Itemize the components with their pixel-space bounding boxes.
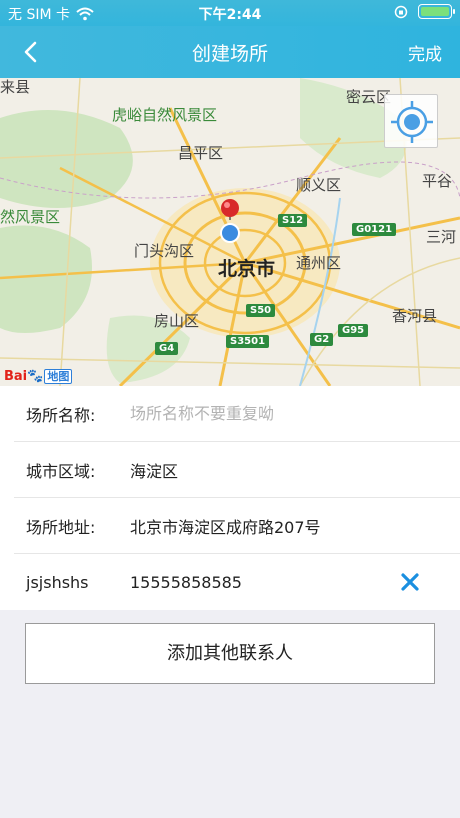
locate-button[interactable]: [384, 94, 438, 148]
map-view[interactable]: 来县 虎峪自然风景区 密云区 昌平区 顺义区 平谷 然风景区 门头沟区 北京市 …: [0, 78, 460, 386]
map-label-hushan: 虎峪自然风景区: [112, 106, 218, 124]
road-shield-s50: S50: [246, 304, 276, 317]
place-form: 场所名称: 城市区域: 海淀区 场所地址: 北京市海淀区成府路207号 jsjs…: [0, 386, 460, 610]
delete-contact-icon[interactable]: [398, 570, 422, 594]
address-value: 北京市海淀区成府路207号: [130, 517, 321, 537]
add-contact-button[interactable]: 添加其他联系人: [25, 623, 435, 684]
region-label: 城市区域:: [26, 461, 96, 481]
region-row[interactable]: 城市区域: 海淀区: [14, 442, 460, 498]
page-title: 创建场所: [191, 43, 268, 65]
place-name-input[interactable]: [130, 404, 410, 423]
road-shield-g0121: G0121: [352, 223, 397, 236]
map-label-tongzhou: 通州区: [296, 254, 342, 272]
address-label: 场所地址:: [26, 517, 96, 537]
map-label-xianghe: 香河县: [392, 307, 438, 325]
map-label-fengjing: 然风景区: [0, 208, 61, 226]
map-label-pinggu: 平谷: [422, 172, 453, 190]
map-label-beijing: 北京市: [218, 258, 276, 280]
map-label-laishui: 来县: [0, 78, 31, 96]
baidu-logo-map-text: 地图: [44, 369, 73, 384]
map-label-sanhe: 三河: [426, 228, 457, 246]
map-label-changping: 昌平区: [178, 144, 224, 162]
road-shield-g4: G4: [155, 342, 179, 355]
locate-target-icon: [391, 101, 433, 143]
map-label-mentougou: 门头沟区: [134, 242, 195, 260]
orientation-lock-icon: [394, 5, 408, 18]
nav-bar: 创建场所 完成: [0, 26, 460, 78]
road-shield-g2: G2: [310, 333, 334, 346]
road-shield-s3501: S3501: [226, 335, 270, 348]
address-row[interactable]: 场所地址: 北京市海淀区成府路207号: [14, 498, 460, 554]
road-shield-g95: G95: [338, 324, 369, 337]
status-time: 下午2:44: [198, 7, 262, 23]
baidu-map-logo: Bai🐾 地图: [4, 368, 73, 384]
battery-icon: [418, 4, 455, 19]
contact-name: jsjshshs: [26, 572, 89, 592]
region-value: 海淀区: [130, 461, 179, 481]
road-shield-s12: S12: [278, 214, 308, 227]
map-label-fangshan: 房山区: [154, 312, 200, 330]
done-button[interactable]: 完成: [408, 40, 442, 65]
contact-phone: 15555858585: [130, 572, 242, 592]
baidu-logo-text: Bai: [4, 369, 28, 384]
name-label: 场所名称:: [26, 405, 96, 425]
contact-row: jsjshshs 15555858585: [14, 554, 460, 610]
map-label-shunyi: 顺义区: [296, 176, 342, 194]
name-row: 场所名称:: [14, 386, 460, 442]
status-bar: 无 SIM 卡 下午2:44: [0, 0, 460, 26]
